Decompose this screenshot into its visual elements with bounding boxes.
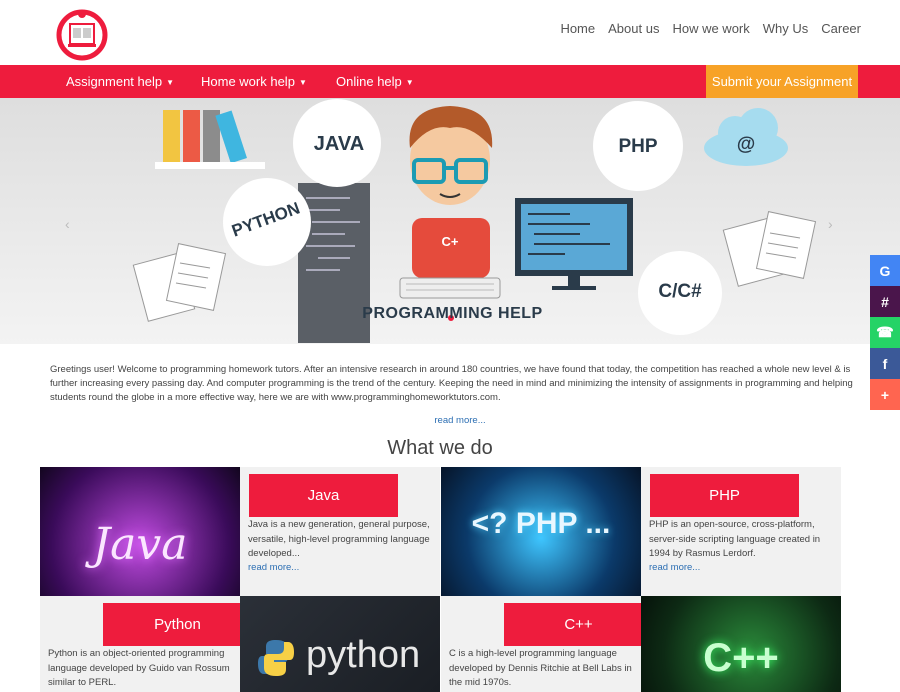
main-menubar: Assignment help ▼ Home work help ▼ Online … bbox=[0, 65, 900, 98]
php-read-more-link[interactable]: read more... bbox=[649, 562, 700, 573]
python-image-text: python bbox=[306, 634, 421, 676]
java-image[interactable]: Java bbox=[40, 467, 240, 596]
site-logo[interactable] bbox=[56, 4, 108, 62]
facebook-icon[interactable]: f bbox=[870, 348, 900, 379]
papers-left-illustration bbox=[132, 243, 227, 322]
cpp-image[interactable]: C++ bbox=[641, 596, 841, 692]
nav-how-we-work[interactable]: How we work bbox=[672, 21, 749, 36]
menu-assignment-help-label: Assignment help bbox=[66, 74, 163, 89]
java-image-text: Java bbox=[92, 519, 188, 570]
cpp-title-button[interactable]: C++ bbox=[504, 603, 641, 646]
programmer-illustration bbox=[399, 106, 501, 299]
caret-down-icon: ▼ bbox=[405, 78, 414, 88]
shirt-logo-text: C+ bbox=[441, 234, 459, 249]
hero-php-text: PHP bbox=[618, 136, 658, 157]
nav-home[interactable]: Home bbox=[560, 21, 595, 36]
python-card: Python Python is an object-oriented prog… bbox=[40, 596, 240, 692]
python-description: Python is an object-oriented programming… bbox=[48, 648, 230, 688]
submit-assignment-button[interactable]: Submit your Assignment bbox=[706, 65, 858, 98]
cpp-card: C++ C is a high-level programming langua… bbox=[441, 596, 641, 692]
papers-right-illustration bbox=[722, 211, 817, 287]
intro-paragraph: Greetings user! Welcome to programming h… bbox=[50, 364, 853, 403]
plus-icon[interactable]: + bbox=[870, 379, 900, 410]
intro-read-more-link[interactable]: read more... bbox=[0, 415, 900, 426]
at-sign-icon: @ bbox=[736, 134, 756, 155]
carousel-prev-icon[interactable]: ‹ bbox=[65, 216, 70, 232]
java-card: Java Java is a new generation, general p… bbox=[240, 467, 440, 596]
services-grid: Java Java Java is a new generation, gene… bbox=[40, 467, 841, 692]
books-illustration bbox=[155, 110, 265, 169]
java-title-button[interactable]: Java bbox=[249, 474, 398, 517]
cpp-image-text: C++ bbox=[703, 636, 779, 680]
share-sidebar: G # ☎ f + bbox=[870, 255, 900, 410]
hero-c-csharp-text: C/C# bbox=[658, 281, 702, 302]
top-navigation: Home About us How we work Why Us Career bbox=[560, 21, 861, 36]
nav-career[interactable]: Career bbox=[821, 21, 861, 36]
whatsapp-icon[interactable]: ☎ bbox=[870, 317, 900, 348]
google-icon[interactable]: G bbox=[870, 255, 900, 286]
menu-online-help-label: Online help bbox=[336, 74, 402, 89]
nav-about-us[interactable]: About us bbox=[608, 21, 659, 36]
menu-online-help[interactable]: Online help ▼ bbox=[336, 65, 414, 98]
php-title-button[interactable]: PHP bbox=[650, 474, 799, 517]
php-description: PHP is an open-source, cross-platform, s… bbox=[649, 519, 821, 559]
carousel-next-icon[interactable]: › bbox=[828, 216, 833, 232]
php-card: PHP PHP is an open-source, cross-platfor… bbox=[641, 467, 841, 596]
cpp-description: C is a high-level programming language d… bbox=[449, 648, 632, 688]
section-title: What we do bbox=[387, 437, 493, 459]
menu-assignment-help[interactable]: Assignment help ▼ bbox=[66, 65, 174, 98]
menu-home-work-help[interactable]: Home work help ▼ bbox=[201, 65, 307, 98]
hero-caption: PROGRAMMING HELP bbox=[362, 305, 543, 322]
python-image[interactable]: python bbox=[240, 596, 440, 692]
php-image[interactable]: <? PHP ... bbox=[441, 467, 641, 596]
java-read-more-link[interactable]: read more... bbox=[248, 562, 299, 573]
java-description: Java is a new generation, general purpos… bbox=[248, 519, 430, 559]
python-logo-icon bbox=[258, 640, 294, 676]
php-image-text: <? PHP ... bbox=[471, 507, 611, 540]
python-title-button[interactable]: Python bbox=[103, 603, 240, 646]
slack-icon[interactable]: # bbox=[870, 286, 900, 317]
caret-down-icon: ▼ bbox=[166, 78, 175, 88]
hero-banner: JAVA PHP PYTHON C/C# @ C+ PROGRAMMING HE… bbox=[0, 98, 900, 344]
hero-java-text: JAVA bbox=[313, 133, 365, 155]
nav-why-us[interactable]: Why Us bbox=[763, 21, 809, 36]
caret-down-icon: ▼ bbox=[298, 78, 307, 88]
site-header: Home About us How we work Why Us Career bbox=[0, 0, 900, 65]
menu-home-work-help-label: Home work help bbox=[201, 74, 295, 89]
